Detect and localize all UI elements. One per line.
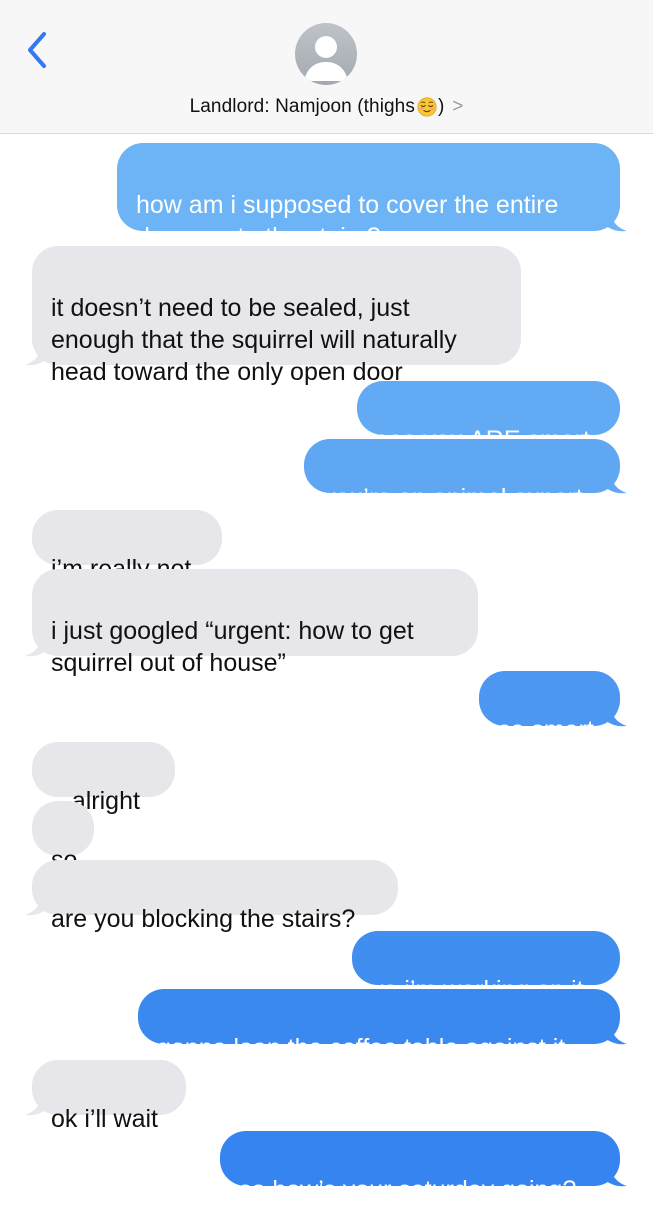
relieved-face-emoji-icon xyxy=(417,97,437,117)
back-button[interactable] xyxy=(22,30,56,70)
chevron-left-icon xyxy=(28,32,46,68)
contact-name: Landlord: Namjoon (thighs xyxy=(189,96,415,117)
bubble-tail xyxy=(605,1161,627,1187)
message-bubble-received[interactable]: .. alright xyxy=(32,742,175,815)
bubble-tail xyxy=(25,890,47,916)
message-bubble-received[interactable]: it doesn’t need to be sealed, just enoug… xyxy=(25,246,521,386)
chevron-right-icon: > xyxy=(452,96,464,117)
conversation-header: Landlord: Namjoon (thighs ) > xyxy=(0,0,653,134)
message-text: how am i supposed to cover the entire do… xyxy=(136,191,559,251)
bubble-tail xyxy=(605,1019,627,1045)
avatar[interactable] xyxy=(295,23,357,85)
message-text: gonna lean the coffee table against it xyxy=(157,1034,566,1062)
message-thread: how am i supposed to cover the entire do… xyxy=(0,133,653,1204)
message-bubble-sent[interactable]: see you ARE smart xyxy=(357,381,620,454)
message-text: you’re an animal expert xyxy=(323,484,583,512)
message-bubble-received[interactable]: so xyxy=(32,801,94,874)
bubble-tail xyxy=(605,206,627,232)
message-bubble-sent[interactable]: gonna lean the coffee table against it xyxy=(138,989,627,1062)
message-bubble-sent[interactable]: ya i’m working on it xyxy=(352,931,620,1004)
bubble-tail xyxy=(25,340,47,366)
message-text: so smart xyxy=(498,716,594,744)
bubble-tail xyxy=(605,701,627,727)
contact-details-link[interactable]: Landlord: Namjoon (thighs ) > xyxy=(0,92,653,122)
message-bubble-sent[interactable]: you’re an animal expert xyxy=(304,439,627,512)
message-bubble-received[interactable]: i just googled “urgent: how to get squir… xyxy=(25,569,478,677)
message-bubble-received[interactable]: ok i’ll wait xyxy=(25,1060,186,1133)
message-bubble-received[interactable]: i’m really not xyxy=(32,510,222,583)
bubble-tail xyxy=(605,468,627,494)
message-text: i just googled “urgent: how to get squir… xyxy=(51,617,414,677)
message-text: are you blocking the stairs? xyxy=(51,905,356,933)
bubble-tail xyxy=(25,631,47,657)
person-silhouette-icon xyxy=(304,36,348,81)
contact-name-suffix: ) xyxy=(437,96,445,117)
message-bubble-received[interactable]: are you blocking the stairs? xyxy=(25,860,398,933)
message-bubble-sent[interactable]: so smart xyxy=(479,671,627,744)
message-text: ok i’ll wait xyxy=(51,1105,158,1133)
message-bubble-sent[interactable]: how am i supposed to cover the entire do… xyxy=(117,143,627,251)
message-text: it doesn’t need to be sealed, just enoug… xyxy=(51,294,457,386)
bubble-tail xyxy=(25,1090,47,1116)
message-bubble-sent[interactable]: so how’s your saturday going? xyxy=(220,1131,627,1204)
